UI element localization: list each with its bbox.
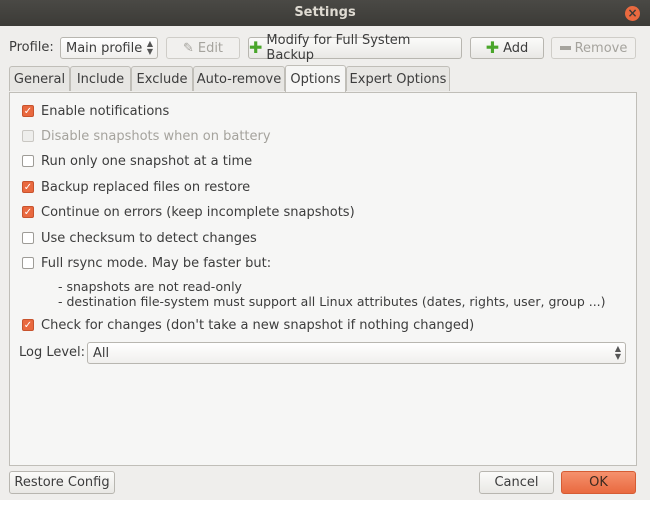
option-use-checksum[interactable]: Use checksum to detect changes [22, 230, 257, 246]
plus-icon: ✚ [249, 38, 263, 57]
option-label: Use checksum to detect changes [41, 230, 257, 246]
restore-config-button[interactable]: Restore Config [9, 471, 115, 494]
plus-icon: ✚ [485, 38, 500, 57]
tab-label: Include [76, 71, 125, 87]
close-button[interactable]: × [625, 6, 640, 21]
restore-label: Restore Config [14, 475, 110, 490]
spin-arrows-icon: ▲ ▼ [146, 39, 153, 56]
options-panel: ✓ Enable notifications Disable snapshots… [9, 92, 637, 466]
edit-label: Edit [197, 40, 224, 56]
ok-label: OK [589, 475, 608, 490]
minus-icon [559, 46, 571, 50]
checkbox[interactable] [22, 232, 34, 244]
tab-exclude[interactable]: Exclude [131, 66, 193, 91]
modify-full-system-backup-button[interactable]: ✚ Modify for Full System Backup [248, 33, 462, 63]
tab-label: Expert Options [349, 71, 447, 87]
option-label: Disable snapshots when on battery [41, 128, 271, 144]
option-label: Enable notifications [41, 103, 170, 119]
profile-label: Profile: [9, 40, 54, 55]
option-run-one-snapshot[interactable]: Run only one snapshot at a time [22, 153, 252, 169]
remove-profile-button[interactable]: Remove [551, 37, 636, 59]
log-level-label: Log Level: [19, 345, 86, 360]
option-backup-replaced-files[interactable]: ✓ Backup replaced files on restore [22, 179, 250, 195]
option-label: Run only one snapshot at a time [41, 153, 253, 169]
checkbox[interactable]: ✓ [22, 181, 34, 193]
tab-label: Auto-remove [196, 71, 282, 87]
option-disable-snapshots-on-battery[interactable]: Disable snapshots when on battery [22, 128, 271, 144]
add-profile-button[interactable]: ✚ Add [470, 37, 544, 59]
option-label: Check for changes (don't take a new snap… [41, 317, 475, 333]
checkbox[interactable] [22, 130, 34, 142]
profile-select[interactable]: Main profile ▲ ▼ [60, 37, 158, 59]
tab-expert-options[interactable]: Expert Options [346, 66, 450, 91]
spin-arrows-icon: ▲ ▼ [614, 344, 621, 361]
tab-auto-remove[interactable]: Auto-remove [193, 66, 285, 91]
add-label: Add [503, 40, 529, 56]
option-label: Backup replaced files on restore [41, 179, 251, 195]
log-level-value: All [93, 345, 110, 361]
option-full-rsync-mode[interactable]: Full rsync mode. May be faster but: [22, 255, 271, 271]
tab-label: Exclude [136, 71, 188, 87]
rsync-note: - destination file-system must support a… [58, 294, 606, 309]
option-enable-notifications[interactable]: ✓ Enable notifications [22, 103, 169, 119]
option-continue-on-errors[interactable]: ✓ Continue on errors (keep incomplete sn… [22, 204, 355, 220]
checkbox[interactable]: ✓ [22, 105, 34, 117]
title-bar: Settings × [0, 0, 650, 26]
remove-label: Remove [574, 40, 628, 56]
option-label: Continue on errors (keep incomplete snap… [41, 204, 355, 220]
checkbox[interactable]: ✓ [22, 206, 34, 218]
cancel-label: Cancel [494, 475, 539, 490]
tab-options[interactable]: Options [285, 65, 346, 92]
cancel-button[interactable]: Cancel [479, 471, 554, 494]
close-icon: × [627, 6, 638, 20]
log-level-select[interactable]: All ▲ ▼ [87, 342, 626, 364]
profile-select-value: Main profile [66, 40, 143, 56]
window-title: Settings [294, 5, 356, 20]
background-strip [0, 500, 650, 506]
option-label: Full rsync mode. May be faster but: [41, 255, 272, 271]
option-check-for-changes[interactable]: ✓ Check for changes (don't take a new sn… [22, 317, 474, 333]
pencil-icon: ✎ [182, 40, 194, 56]
edit-profile-button[interactable]: ✎ Edit [166, 37, 240, 59]
tab-include[interactable]: Include [70, 66, 131, 91]
rsync-note: - snapshots are not read-only [58, 279, 242, 294]
tab-label: Options [290, 71, 341, 87]
modify-label: Modify for Full System Backup [266, 33, 411, 63]
checkbox[interactable] [22, 155, 34, 167]
tab-general[interactable]: General [9, 66, 70, 91]
checkbox[interactable]: ✓ [22, 319, 34, 331]
checkbox[interactable] [22, 257, 34, 269]
ok-button[interactable]: OK [561, 471, 636, 494]
settings-window: Profile: Main profile ▲ ▼ ✎ Edit ✚ Modify… [0, 26, 650, 500]
tab-label: General [13, 71, 66, 87]
